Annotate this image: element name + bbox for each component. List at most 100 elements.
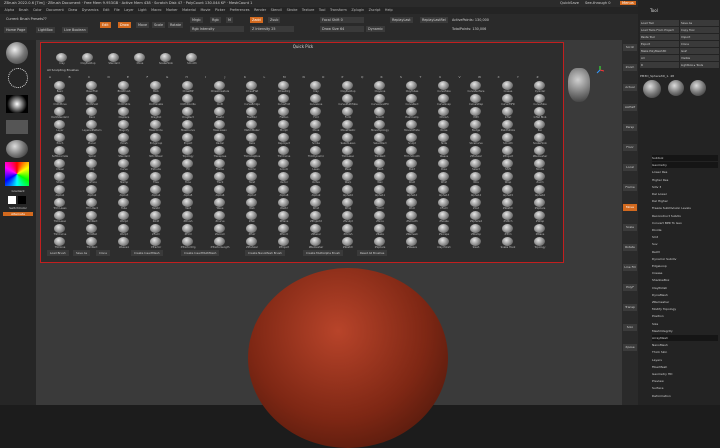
- tool-item-crease[interactable]: Crease: [652, 270, 718, 276]
- tool-item-reuv[interactable]: ReUV: [652, 249, 718, 255]
- brush-cell[interactable]: Paint: [397, 159, 427, 172]
- brush-cell[interactable]: TrimDynamic: [301, 146, 331, 159]
- strip-transp-button[interactable]: Transp: [623, 304, 637, 311]
- brush-cell[interactable]: ZModeler: [237, 237, 267, 250]
- tool-item-geometry[interactable]: Geometry: [652, 162, 718, 169]
- tool-thumbnail-2[interactable]: [668, 80, 684, 96]
- menu-preferences[interactable]: Preferences: [230, 7, 250, 14]
- brush-cell[interactable]: Chisel: [45, 159, 75, 172]
- column-letter[interactable]: V: [459, 75, 461, 79]
- rgb-intensity-slider[interactable]: Rgb Intensity: [190, 26, 244, 32]
- brush-cell[interactable]: Alpha15: [493, 185, 523, 198]
- brush-cell[interactable]: ZSketch: [493, 198, 523, 211]
- brush-cell[interactable]: Select: [461, 159, 491, 172]
- brush-cell[interactable]: Frame: [205, 159, 235, 172]
- tool-item-subtool[interactable]: Subtool: [652, 155, 718, 161]
- brush-cell[interactable]: CurveBridge: [237, 94, 267, 107]
- column-letter[interactable]: P: [342, 75, 344, 79]
- menu-document[interactable]: Document: [46, 7, 64, 14]
- z-intensity-slider[interactable]: Z Intensity 25: [250, 26, 294, 32]
- menu-layer[interactable]: Layer: [124, 7, 133, 14]
- brush-cell[interactable]: Alpha12: [397, 185, 427, 198]
- tool-item-fibermesh[interactable]: FiberMesh: [652, 364, 718, 370]
- column-letter[interactable]: H: [186, 75, 188, 79]
- secondary-color-swatch[interactable]: [18, 196, 26, 204]
- brush-cell[interactable]: Stripe: [45, 172, 75, 185]
- column-letter[interactable]: U: [439, 75, 441, 79]
- column-letter[interactable]: T: [420, 75, 422, 79]
- rotate-button[interactable]: Rotate: [168, 22, 184, 28]
- alternate-button[interactable]: Alternate: [3, 212, 33, 216]
- brush-cell[interactable]: Layer: [45, 120, 75, 133]
- strip-line-fill-button[interactable]: Line Fill: [623, 264, 637, 271]
- brush-cell[interactable]: Alpha11: [365, 185, 395, 198]
- brush-cell[interactable]: Morph: [269, 120, 299, 133]
- strip-xpose-button[interactable]: Xpose: [623, 344, 637, 351]
- brush-cell[interactable]: ChiselOrg: [269, 81, 299, 94]
- brush-cell[interactable]: CurveStrap: [461, 94, 491, 107]
- brush-cell[interactable]: Basic: [45, 81, 75, 94]
- brush-cell[interactable]: ZScrape: [429, 224, 459, 237]
- switchcolor-button[interactable]: SwitchColor: [3, 206, 33, 210]
- brush-cell[interactable]: ZStitch: [493, 211, 523, 224]
- brush-cell[interactable]: Pose: [429, 159, 459, 172]
- menu-transform[interactable]: Transform: [330, 7, 347, 14]
- brush-cell[interactable]: MaskLasso: [205, 120, 235, 133]
- tool-item-divide[interactable]: Divide: [652, 227, 718, 233]
- brush-cell[interactable]: Shift: [493, 159, 523, 172]
- brush-cell[interactable]: Vector: [269, 172, 299, 185]
- brush-cell[interactable]: Mask: [333, 159, 363, 172]
- brush-cell[interactable]: ClothPush: [77, 94, 107, 107]
- brush-cell[interactable]: Groom: [269, 159, 299, 172]
- brush-cell[interactable]: Magnify: [109, 120, 139, 133]
- brush-cell[interactable]: Tiles: [141, 172, 171, 185]
- brush-cell[interactable]: MoveInfinite: [397, 120, 427, 133]
- brush-cell[interactable]: ZWrap: [525, 211, 555, 224]
- brush-cell[interactable]: Form: [333, 107, 363, 120]
- brush-cell[interactable]: Curve: [109, 159, 139, 172]
- tool-save-as-button[interactable]: Save As: [680, 20, 719, 26]
- brush-cell[interactable]: TrimRect: [77, 211, 107, 224]
- column-letter[interactable]: O: [322, 75, 324, 79]
- brush-cell[interactable]: Wood: [365, 198, 395, 211]
- brush-cell[interactable]: ZSphere: [525, 198, 555, 211]
- brush-cell[interactable]: ZPinch: [269, 224, 299, 237]
- tool-clone-button[interactable]: Clone: [680, 41, 719, 47]
- brush-cell[interactable]: Transpose: [205, 146, 235, 159]
- menu-tool[interactable]: Tool: [319, 7, 326, 14]
- brush-cell[interactable]: Tube: [109, 198, 139, 211]
- brush-cell[interactable]: TrimRect: [365, 146, 395, 159]
- brush-cell[interactable]: SelectLasso: [333, 133, 363, 146]
- brush-cell[interactable]: Mesh: [365, 159, 395, 172]
- brush-cell[interactable]: ZWeave: [397, 237, 427, 250]
- brush-cell[interactable]: ZTrim: [493, 224, 523, 237]
- brush-cell[interactable]: Web: [237, 198, 267, 211]
- strip-scale-button[interactable]: Scale: [623, 224, 637, 231]
- column-letter[interactable]: G: [166, 75, 168, 79]
- brush-cell[interactable]: ChiselBP: [173, 81, 203, 94]
- draw-button[interactable]: Draw: [118, 22, 131, 28]
- brush-cell[interactable]: CurveMultiTube: [333, 94, 363, 107]
- brush-cell[interactable]: MaskCircle: [141, 120, 171, 133]
- material-thumbnail[interactable]: [6, 140, 28, 158]
- brush-cell[interactable]: ZBrush: [173, 211, 203, 224]
- m-button[interactable]: M: [226, 17, 233, 23]
- brush-cell[interactable]: Crease: [493, 81, 523, 94]
- brush-cell[interactable]: CurveSnap: [429, 94, 459, 107]
- brush-cell[interactable]: XTractorLength: [205, 237, 235, 250]
- texture-thumbnail[interactable]: [6, 120, 28, 134]
- brush-cell[interactable]: CurveTube: [429, 81, 459, 94]
- menu-edit[interactable]: Edit: [103, 7, 110, 14]
- brush-cell[interactable]: Pen: [525, 120, 555, 133]
- brush-cell[interactable]: TrimLasso: [45, 211, 75, 224]
- tool-item-modify-topology[interactable]: Modify Topology: [652, 306, 718, 312]
- brush-cell[interactable]: Twist: [237, 172, 267, 185]
- brush-cell[interactable]: ZHair: [237, 224, 267, 237]
- brush-cell[interactable]: Move: [301, 120, 331, 133]
- column-letter[interactable]: I: [205, 75, 206, 79]
- brush-cell[interactable]: DragRect: [173, 107, 203, 120]
- move-button[interactable]: Move: [136, 22, 150, 28]
- menu-movie[interactable]: Movie: [200, 7, 210, 14]
- brush-cell[interactable]: hPolish: [429, 107, 459, 120]
- brush-cell[interactable]: ZGroom: [205, 224, 235, 237]
